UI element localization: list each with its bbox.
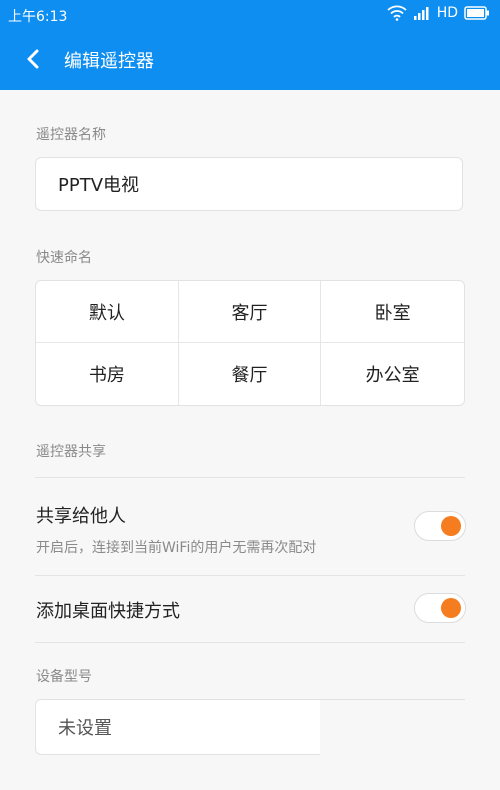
edit-remote-form: 遥控器名称 快速命名 默认 客厅 卧室 书房 餐厅 办公室 遥控器共享 共享给他…: [0, 90, 500, 790]
chevron-left-icon: [27, 49, 39, 69]
quick-name-grid: 默认 客厅 卧室 书房 餐厅 办公室: [35, 280, 465, 406]
wifi-icon: [387, 5, 407, 21]
toggle-knob: [441, 598, 461, 618]
remote-name-label: 遥控器名称: [36, 127, 106, 143]
status-bar: 上午6:13 HD: [0, 0, 500, 30]
quick-name-bedroom[interactable]: 卧室: [321, 281, 464, 343]
page-title: 编辑遥控器: [64, 51, 154, 72]
signal-icon: [413, 6, 431, 20]
back-button[interactable]: [18, 44, 48, 74]
share-section-label: 遥控器共享: [36, 444, 106, 460]
device-model-label: 设备型号: [36, 669, 92, 685]
share-description: 开启后，连接到当前WiFi的用户无需再次配对: [36, 540, 317, 556]
remote-name-input[interactable]: [35, 157, 463, 211]
quick-name-study[interactable]: 书房: [36, 343, 179, 405]
toggle-knob: [441, 516, 461, 536]
quick-name-living-room[interactable]: 客厅: [178, 281, 322, 343]
divider: [35, 642, 465, 643]
app-bar: 上午6:13 HD 编辑遥控器: [0, 0, 500, 90]
share-title: 共享给他人: [36, 506, 126, 527]
network-type: HD: [436, 5, 458, 21]
quick-name-office[interactable]: 办公室: [321, 343, 464, 405]
device-model-input[interactable]: 未设置: [35, 699, 320, 755]
divider: [35, 477, 465, 478]
battery-icon: [464, 6, 490, 20]
input-border: [320, 699, 465, 700]
status-icons: HD: [387, 5, 490, 21]
divider: [35, 575, 465, 576]
quick-name-dining-room[interactable]: 餐厅: [179, 343, 322, 405]
shortcut-title: 添加桌面快捷方式: [36, 601, 180, 622]
device-model-placeholder: 未设置: [58, 718, 112, 739]
shortcut-toggle[interactable]: [414, 593, 466, 623]
quick-name-default[interactable]: 默认: [36, 281, 179, 343]
status-time: 上午6:13: [8, 9, 68, 25]
share-toggle[interactable]: [414, 511, 466, 541]
quick-name-label: 快速命名: [36, 250, 92, 266]
